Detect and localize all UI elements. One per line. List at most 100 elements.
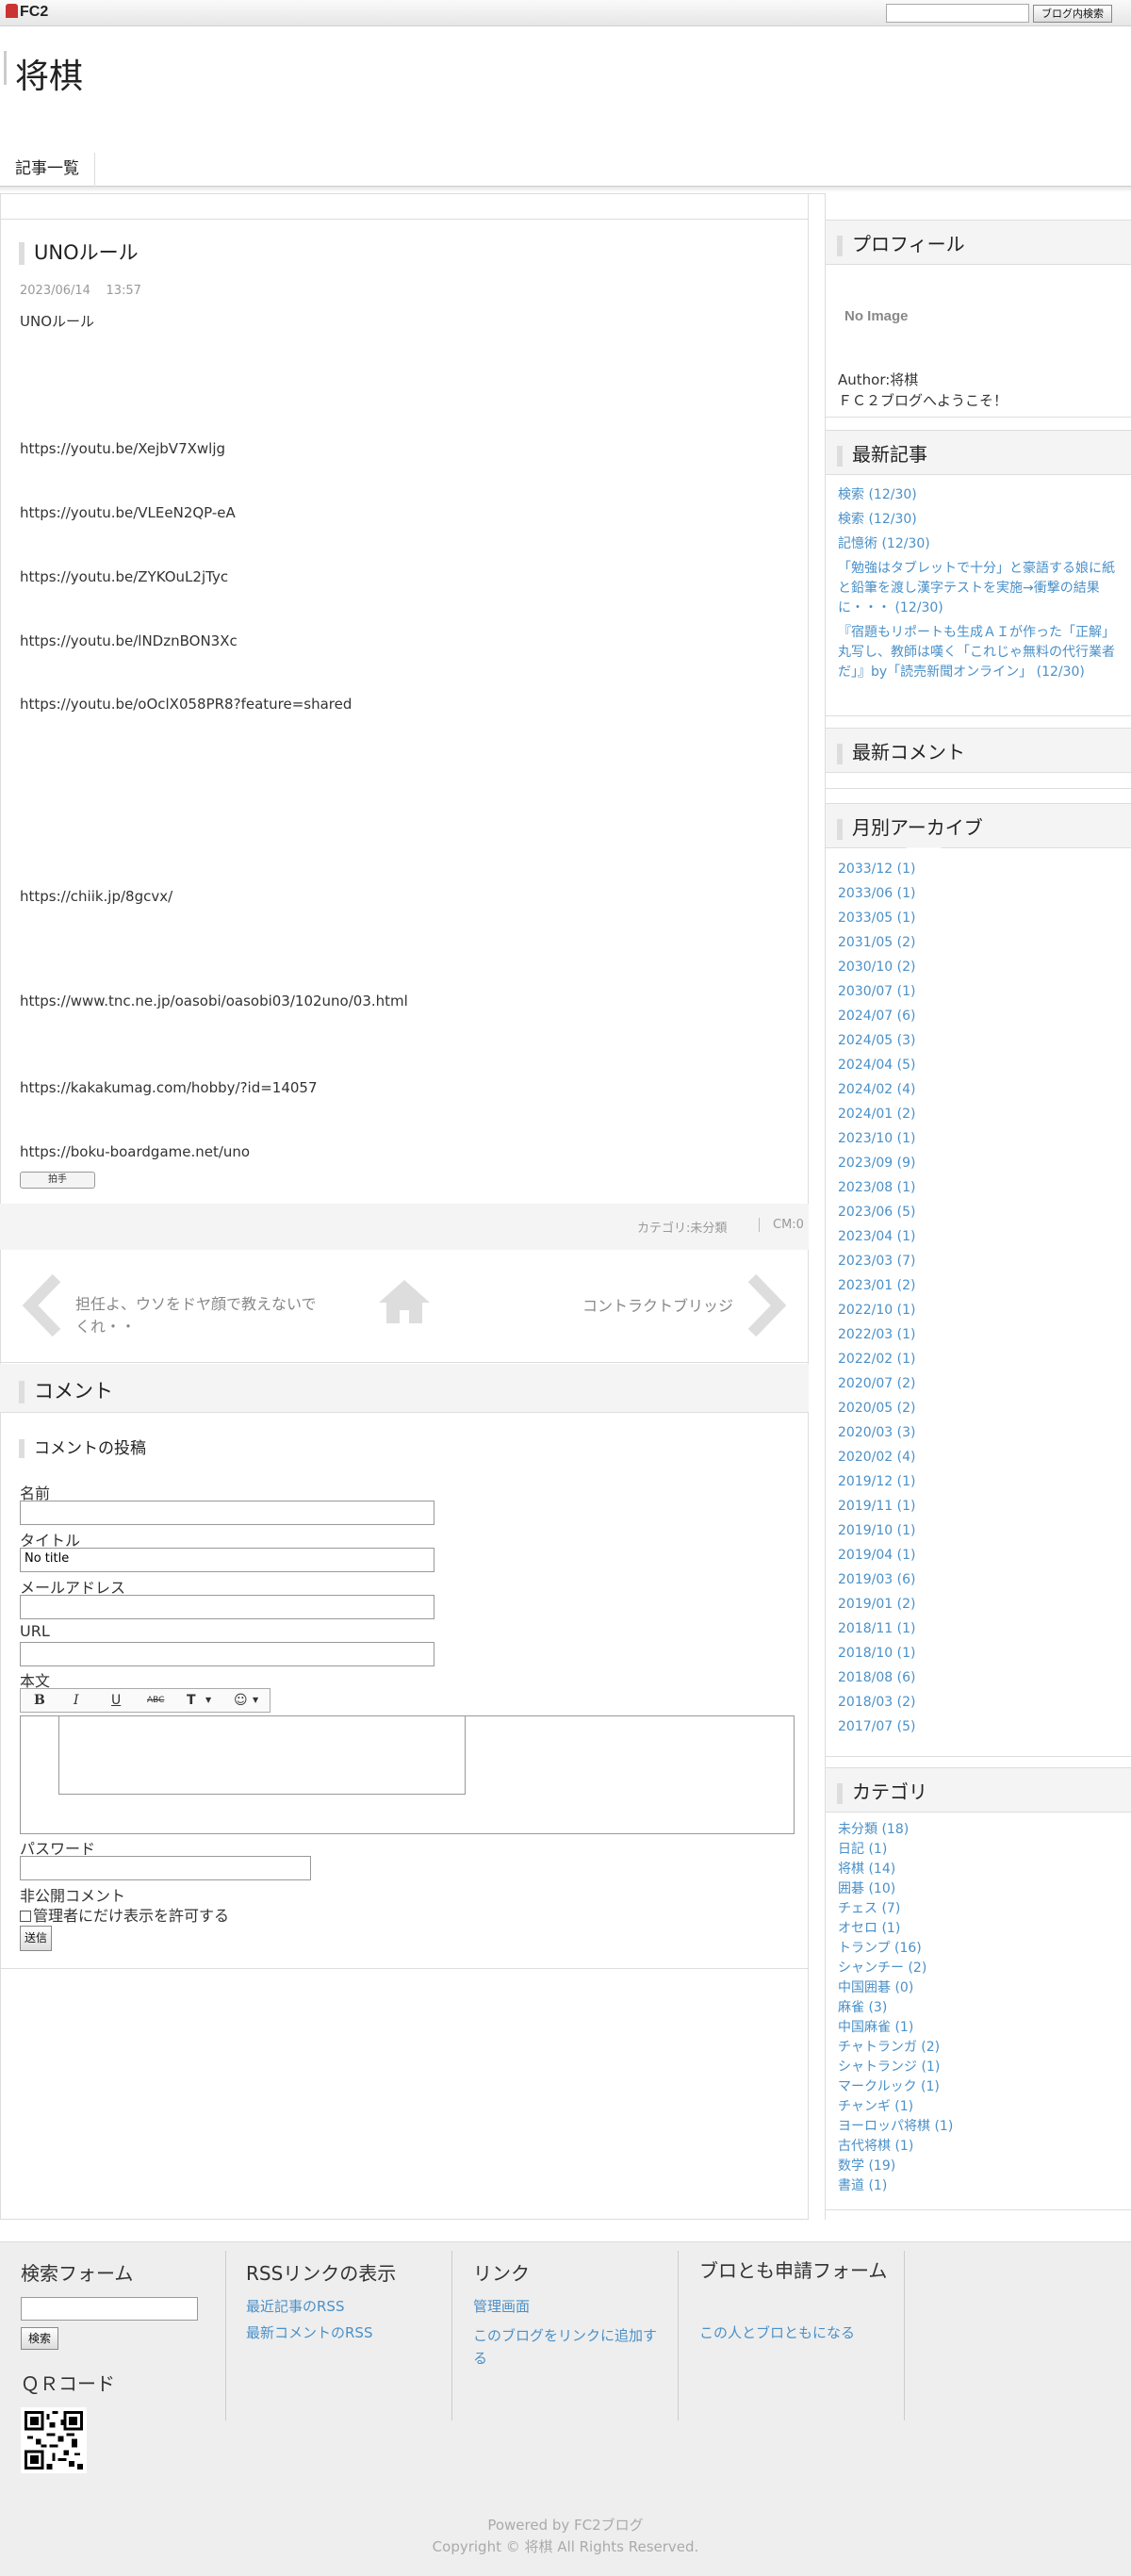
archive-link[interactable]: 2023/09 (9) — [838, 1154, 915, 1173]
emoji-button[interactable]: ☺ — [234, 1693, 248, 1708]
archive-link[interactable]: 2019/10 (1) — [838, 1521, 915, 1541]
url-field[interactable] — [20, 1642, 434, 1666]
friend-link[interactable]: この人とブロともになる — [699, 2322, 855, 2344]
category-link[interactable]: ヨーロッパ将棋 (1) — [838, 2117, 953, 2137]
entry-url: https://chiik.jp/8gcvx/ — [20, 888, 173, 905]
archive-link[interactable]: 2024/02 (4) — [838, 1080, 915, 1100]
archive-link[interactable]: 2020/07 (2) — [838, 1374, 915, 1394]
comment-count-link[interactable]: CM:0 — [759, 1218, 804, 1232]
category-link[interactable]: 中国囲碁 (0) — [838, 1978, 913, 1998]
archive-link[interactable]: 2031/05 (2) — [838, 933, 915, 953]
archive-link[interactable]: 2020/03 (3) — [838, 1423, 915, 1443]
category-link[interactable]: オセロ (1) — [838, 1919, 900, 1939]
rss-link[interactable]: 最新コメントのRSS — [246, 2322, 372, 2344]
recent-entry-link[interactable]: 検索 (12/30) — [838, 510, 917, 530]
private-checkbox[interactable] — [20, 1911, 31, 1922]
entry-title[interactable]: UNOルール — [19, 238, 139, 266]
blog-title[interactable]: 将棋 — [15, 49, 83, 98]
category-link[interactable]: 囲碁 (10) — [838, 1879, 895, 1899]
category-link[interactable]: 麻雀 (3) — [838, 1998, 887, 2018]
chevron-down-icon[interactable]: ▼ — [253, 1696, 258, 1704]
archive-link[interactable]: 2019/11 (1) — [838, 1497, 915, 1517]
name-field[interactable] — [20, 1501, 434, 1525]
category-link[interactable]: シャトランジ (1) — [838, 2058, 940, 2077]
archive-link[interactable]: 2030/10 (2) — [838, 958, 915, 977]
font-color-button[interactable]: T — [187, 1693, 196, 1708]
italic-button[interactable]: I — [74, 1693, 79, 1708]
submit-button[interactable]: 送信 — [20, 1926, 52, 1951]
archive-link[interactable]: 2020/05 (2) — [838, 1399, 915, 1419]
category-link[interactable]: トランプ (16) — [838, 1939, 922, 1959]
archive-link[interactable]: 2022/03 (1) — [838, 1325, 915, 1345]
archive-link[interactable]: 2022/10 (1) — [838, 1301, 915, 1321]
archive-link[interactable]: 2023/03 (7) — [838, 1252, 915, 1272]
category-link[interactable]: 数学 (19) — [838, 2157, 895, 2176]
nav-item-archive[interactable]: 記事一覧 — [0, 153, 95, 187]
recent-entry-link[interactable]: 記憶術 (12/30) — [838, 534, 930, 554]
archive-link[interactable]: 2033/06 (1) — [838, 884, 915, 904]
add-link-link[interactable]: このブログをリンクに追加する — [473, 2324, 666, 2370]
archive-link[interactable]: 2023/01 (2) — [838, 1276, 915, 1296]
fc2-logo[interactable]: FC2 — [6, 4, 48, 21]
category-link[interactable]: 日記 (1) — [838, 1840, 887, 1860]
entry-url: https://boku-boardgame.net/uno — [20, 1143, 251, 1160]
archive-link[interactable]: 2030/07 (1) — [838, 982, 915, 1002]
blog-search-button[interactable]: ブログ内検索 — [1033, 5, 1112, 23]
category-link[interactable]: 書道 (1) — [838, 2176, 887, 2196]
category-link[interactable]: カテゴリ:未分類 — [637, 1218, 727, 1236]
bold-button[interactable]: B — [34, 1693, 45, 1708]
category-link[interactable]: マークルック (1) — [838, 2077, 940, 2097]
recent-entry-link[interactable]: 「勉強はタブレットで十分」と豪語する娘に紙と鉛筆を渡し漢字テストを実施→衝撃の結… — [838, 559, 1121, 618]
recent-entry-link[interactable]: 『宿題もリポートも生成ＡＩが作った「正解」丸写し、教師は嘆く「これじゃ無料の代行… — [838, 623, 1121, 682]
prev-entry-link[interactable]: 担任よ、ウソをドヤ顔で教えないでくれ・・ — [75, 1293, 330, 1338]
footer-search-input[interactable] — [21, 2297, 198, 2321]
chevron-down-icon[interactable]: ▼ — [205, 1696, 211, 1704]
email-field[interactable] — [20, 1595, 434, 1619]
archive-link[interactable]: 2020/02 (4) — [838, 1448, 915, 1468]
admin-link[interactable]: 管理画面 — [473, 2295, 530, 2318]
category-link[interactable]: チャンギ (1) — [838, 2097, 913, 2117]
archive-link[interactable]: 2024/07 (6) — [838, 1007, 915, 1026]
password-field[interactable] — [20, 1856, 311, 1880]
category-link[interactable]: 中国麻雀 (1) — [838, 2018, 913, 2038]
footer-search-button[interactable]: 検索 — [21, 2327, 58, 2350]
chevron-right-icon[interactable] — [745, 1274, 788, 1337]
home-icon[interactable] — [377, 1278, 432, 1325]
archive-link[interactable]: 2024/05 (3) — [838, 1031, 915, 1051]
archive-link[interactable]: 2022/02 (1) — [838, 1350, 915, 1370]
archive-link[interactable]: 2018/10 (1) — [838, 1644, 915, 1664]
archive-link[interactable]: 2019/01 (2) — [838, 1595, 915, 1615]
archive-link[interactable]: 2019/04 (1) — [838, 1546, 915, 1566]
next-entry-link[interactable]: コントラクトブリッジ — [582, 1293, 733, 1316]
category-link[interactable]: 将棋 (14) — [838, 1860, 895, 1879]
underline-button[interactable]: U — [111, 1693, 121, 1708]
clap-button[interactable]: 拍手 — [20, 1172, 95, 1189]
archive-link[interactable]: 2024/01 (2) — [838, 1105, 915, 1124]
archive-link[interactable]: 2023/04 (1) — [838, 1227, 915, 1247]
archive-link[interactable]: 2019/12 (1) — [838, 1472, 915, 1492]
blog-search-input[interactable] — [886, 4, 1029, 23]
archive-link[interactable]: 2024/04 (5) — [838, 1056, 915, 1075]
archive-link[interactable]: 2017/07 (5) — [838, 1717, 915, 1737]
links-title: リンク — [473, 2262, 530, 2285]
archive-link[interactable]: 2023/08 (1) — [838, 1178, 915, 1198]
category-link[interactable]: シャンチー (2) — [838, 1959, 926, 1978]
archive-link[interactable]: 2023/10 (1) — [838, 1129, 915, 1149]
chevron-left-icon[interactable] — [21, 1274, 64, 1337]
rss-link[interactable]: 最近記事のRSS — [246, 2295, 344, 2318]
archive-link[interactable]: 2019/03 (6) — [838, 1570, 915, 1590]
archive-link[interactable]: 2033/05 (1) — [838, 909, 915, 928]
archive-link[interactable]: 2033/12 (1) — [838, 860, 915, 879]
archive-link[interactable]: 2023/06 (5) — [838, 1203, 915, 1222]
archive-link[interactable]: 2018/08 (6) — [838, 1668, 915, 1688]
title-field[interactable]: No title — [20, 1548, 434, 1572]
archive-link[interactable]: 2018/03 (2) — [838, 1693, 915, 1713]
category-link[interactable]: 古代将棋 (1) — [838, 2137, 913, 2157]
category-link[interactable]: チャトランガ (2) — [838, 2038, 940, 2058]
strike-button[interactable]: ABC — [147, 1696, 164, 1705]
category-link[interactable]: 未分類 (18) — [838, 1820, 909, 1840]
copyright: Copyright © 将棋 All Rights Reserved. — [432, 2538, 699, 2555]
archive-link[interactable]: 2018/11 (1) — [838, 1619, 915, 1639]
recent-entry-link[interactable]: 検索 (12/30) — [838, 485, 917, 505]
category-link[interactable]: チェス (7) — [838, 1899, 900, 1919]
